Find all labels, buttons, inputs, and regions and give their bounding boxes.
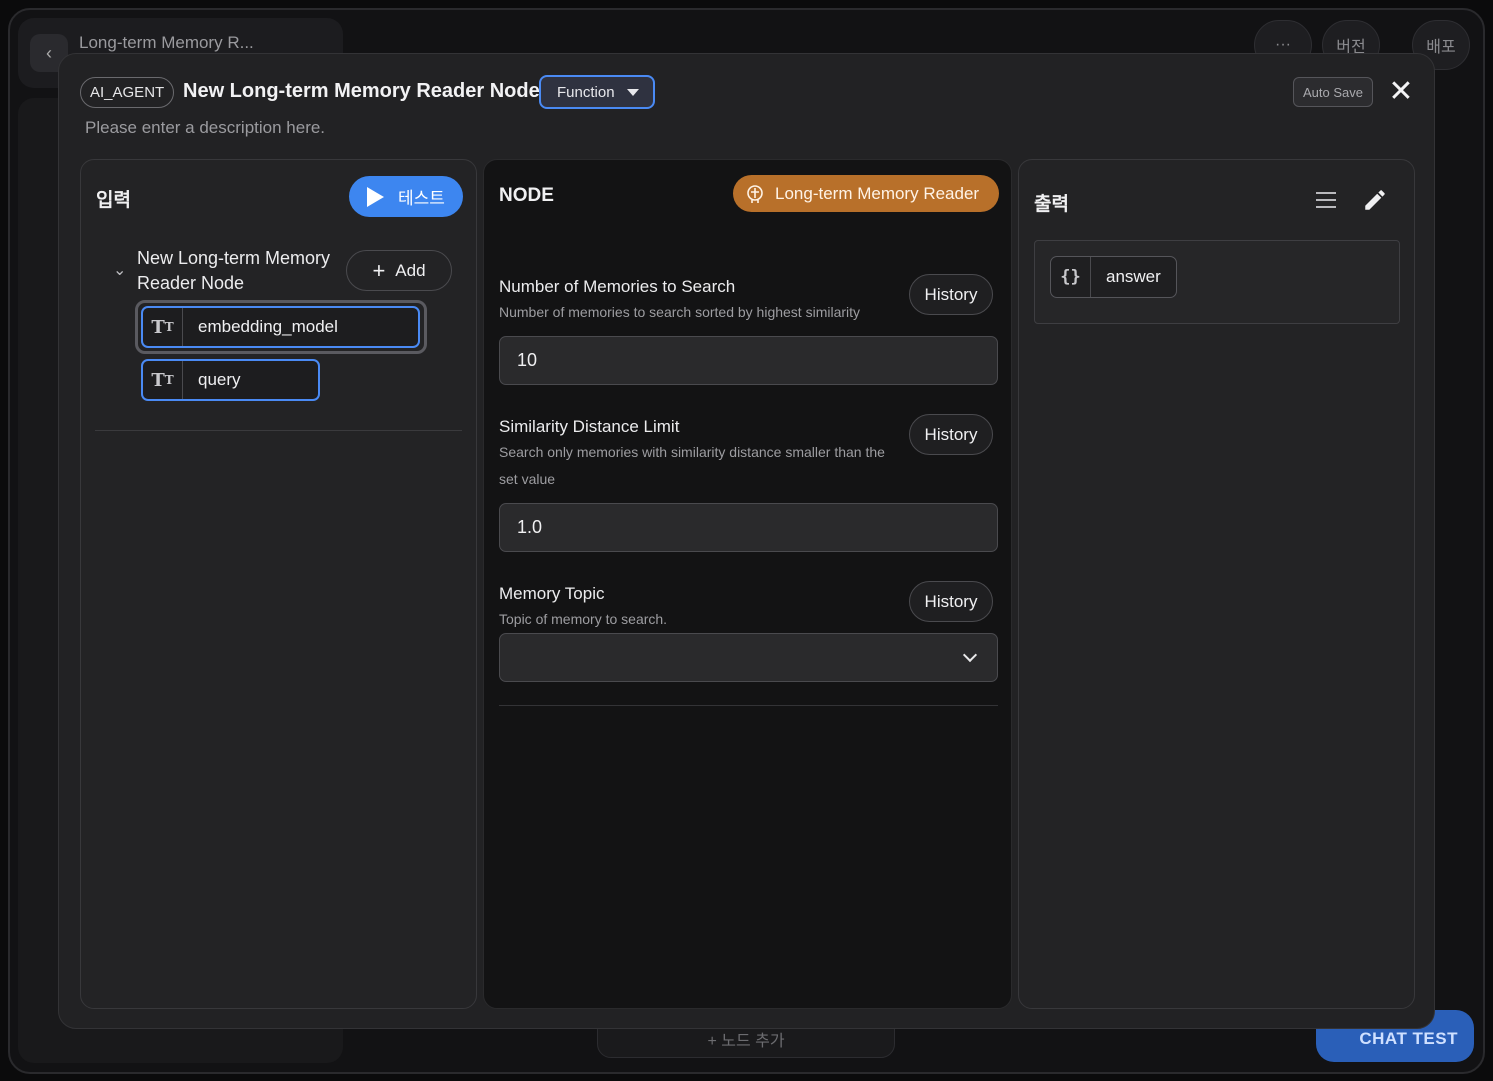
output-panel: 출력 {} answer — [1018, 159, 1415, 1009]
mode-select[interactable]: Function — [539, 75, 655, 109]
node-panel: NODE Long-term Memory Reader Number of M… — [483, 159, 1012, 1009]
json-braces-icon: {} — [1051, 257, 1091, 297]
node-kind-badge: Long-term Memory Reader — [733, 175, 999, 212]
similarity-limit-input[interactable]: 1.0 — [499, 503, 998, 552]
node-editor-modal: AI_AGENT New Long-term Memory Reader Nod… — [58, 53, 1435, 1029]
add-button-label: Add — [395, 260, 426, 280]
caret-down-icon — [626, 88, 639, 96]
chevron-down-icon — [962, 647, 978, 663]
param-name: query — [198, 370, 241, 389]
divider — [95, 430, 462, 431]
description-input[interactable]: Please enter a description here. — [85, 118, 325, 138]
plus-icon: + — [372, 257, 386, 283]
node-type-chip: AI_AGENT — [80, 77, 175, 108]
test-button-label: 테스트 — [398, 189, 445, 208]
add-node-button[interactable]: + 노드 추가 — [707, 1027, 784, 1051]
field-help-memory-count: Number of memories to search sorted by h… — [499, 304, 861, 320]
param-embedding-model[interactable]: TT embedding_model — [141, 306, 420, 348]
memory-topic-select[interactable] — [499, 633, 998, 682]
auto-save-toggle[interactable]: Auto Save — [1293, 77, 1373, 107]
memory-count-input[interactable]: 10 — [499, 336, 998, 385]
field-label-similarity-limit: Similarity Distance Limit — [499, 417, 680, 436]
text-type-icon: TT — [143, 361, 183, 399]
input-panel-title: 입력 — [96, 190, 131, 211]
history-button-memory-topic[interactable]: History — [909, 581, 993, 622]
app-title: Long-term Memory R... — [79, 33, 254, 52]
list-menu-icon[interactable] — [1316, 192, 1336, 213]
field-help-similarity-limit: Search only memories with similarity dis… — [499, 444, 885, 487]
text-type-icon: TT — [143, 308, 183, 346]
field-label-memory-topic: Memory Topic — [499, 584, 605, 603]
node-panel-title: NODE — [499, 185, 554, 206]
mode-select-value: Function — [557, 83, 615, 101]
add-param-button[interactable]: + Add — [346, 250, 452, 291]
play-icon — [367, 186, 384, 207]
field-help-memory-topic: Topic of memory to search. — [499, 611, 668, 627]
collapse-chevron-icon[interactable]: ⌄ — [113, 260, 126, 280]
param-name: embedding_model — [198, 317, 338, 336]
close-icon[interactable]: ✕ — [1387, 77, 1415, 107]
pencil-icon[interactable] — [1362, 187, 1388, 213]
history-button-memory-count[interactable]: History — [909, 274, 993, 315]
test-button[interactable]: 테스트 — [349, 176, 463, 217]
chevron-left-icon: ‹ — [46, 42, 52, 63]
divider — [499, 705, 998, 706]
input-node-label: New Long-term Memory Reader Node — [137, 248, 331, 293]
output-answer[interactable]: {} answer — [1050, 256, 1177, 298]
brain-icon — [747, 184, 763, 203]
field-label-memory-count: Number of Memories to Search — [499, 277, 736, 296]
output-name: answer — [1106, 267, 1161, 286]
param-query[interactable]: TT query — [141, 359, 320, 401]
node-kind-label: Long-term Memory Reader — [775, 183, 980, 203]
output-panel-title: 출력 — [1034, 194, 1069, 215]
history-button-similarity-limit[interactable]: History — [909, 414, 993, 455]
modal-title[interactable]: New Long-term Memory Reader Node — [183, 80, 540, 103]
output-list: {} answer — [1034, 240, 1400, 324]
input-panel: 입력 테스트 ⌄ New Long-term Memory Reader Nod… — [80, 159, 477, 1009]
